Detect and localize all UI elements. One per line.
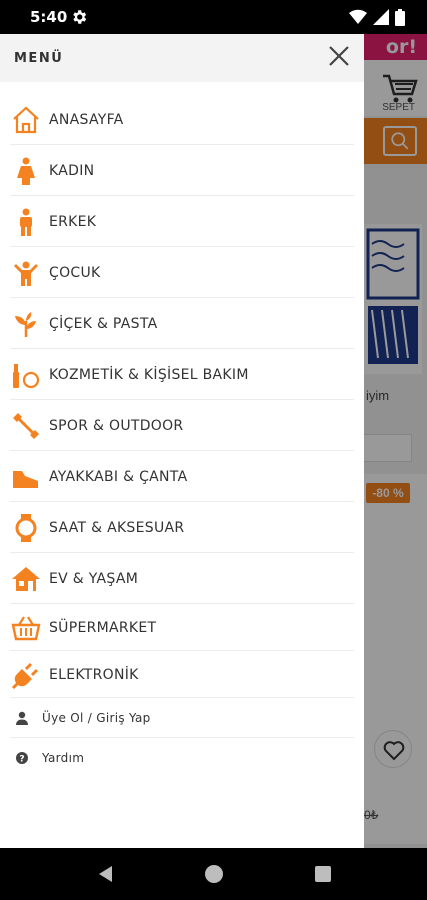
user-icon [12, 708, 32, 728]
menu-item-erkek[interactable]: ERKEK [0, 196, 364, 247]
category-menu: ANASAYFA KADIN ERKEK ÇOCUK ÇİÇEK & PASTA… [0, 94, 364, 778]
menu-label: ÇOCUK [49, 264, 101, 281]
back-icon[interactable] [96, 864, 116, 884]
svg-text:?: ? [19, 755, 24, 765]
menu-label: ERKEK [49, 213, 97, 230]
system-nav-bar [0, 848, 427, 900]
menu-label: Yardım [42, 751, 85, 765]
menu-item-anasayfa[interactable]: ANASAYFA [0, 94, 364, 145]
menu-label: EV & YAŞAM [49, 570, 139, 587]
dumbbell-icon [11, 411, 41, 441]
menu-label: SPOR & OUTDOOR [49, 417, 184, 434]
help-icon: ? [12, 748, 32, 768]
menu-label: KADIN [49, 162, 95, 179]
menu-item-ayakkabi[interactable]: AYAKKABI & ÇANTA [0, 451, 364, 502]
status-icons [349, 8, 405, 26]
home-icon [11, 105, 41, 135]
battery-icon [395, 8, 405, 26]
menu-item-cicek-pasta[interactable]: ÇİÇEK & PASTA [0, 298, 364, 349]
menu-label: ELEKTRONİK [49, 666, 139, 683]
child-icon [11, 258, 41, 288]
menu-item-saat[interactable]: SAAT & AKSESUAR [0, 502, 364, 553]
house-icon [11, 564, 41, 594]
signal-icon [373, 9, 389, 25]
cosmetics-icon [11, 360, 41, 390]
menu-label: ANASAYFA [49, 111, 124, 128]
menu-item-ev-yasam[interactable]: EV & YAŞAM [0, 553, 364, 604]
basket-icon [11, 613, 41, 643]
menu-item-help[interactable]: ? Yardım [0, 738, 364, 778]
status-bar: 5:40 [0, 0, 427, 34]
plant-icon [11, 309, 41, 339]
home-button-icon[interactable] [205, 865, 223, 883]
menu-item-login[interactable]: Üye Ol / Giriş Yap [0, 698, 364, 738]
gear-icon [73, 10, 87, 24]
menu-item-supermarket[interactable]: SÜPERMARKET [0, 604, 364, 651]
wifi-icon [349, 9, 367, 24]
man-icon [11, 207, 41, 237]
menu-item-kadin[interactable]: KADIN [0, 145, 364, 196]
menu-item-elektronik[interactable]: ELEKTRONİK [0, 651, 364, 698]
menu-label: ÇİÇEK & PASTA [49, 315, 158, 332]
woman-icon [11, 156, 41, 186]
menu-label: AYAKKABI & ÇANTA [49, 468, 188, 485]
drawer-title: MENÜ [14, 51, 64, 66]
shoe-icon [11, 462, 41, 492]
menu-label: KOZMETİK & KİŞİSEL BAKIM [49, 366, 249, 383]
menu-label: SÜPERMARKET [49, 619, 157, 636]
drawer-header: MENÜ [0, 34, 364, 82]
menu-label: Üye Ol / Giriş Yap [42, 711, 151, 725]
plug-icon [11, 660, 41, 690]
menu-item-kozmetik[interactable]: KOZMETİK & KİŞİSEL BAKIM [0, 349, 364, 400]
menu-item-spor[interactable]: SPOR & OUTDOOR [0, 400, 364, 451]
menu-label: SAAT & AKSESUAR [49, 519, 185, 536]
watch-icon [11, 513, 41, 543]
recents-icon[interactable] [315, 866, 331, 882]
navigation-drawer: MENÜ ANASAYFA KADIN ERKEK ÇOCUK ÇİÇEK & … [0, 34, 364, 848]
status-time: 5:40 [30, 8, 68, 26]
close-icon[interactable] [328, 45, 350, 67]
menu-item-cocuk[interactable]: ÇOCUK [0, 247, 364, 298]
